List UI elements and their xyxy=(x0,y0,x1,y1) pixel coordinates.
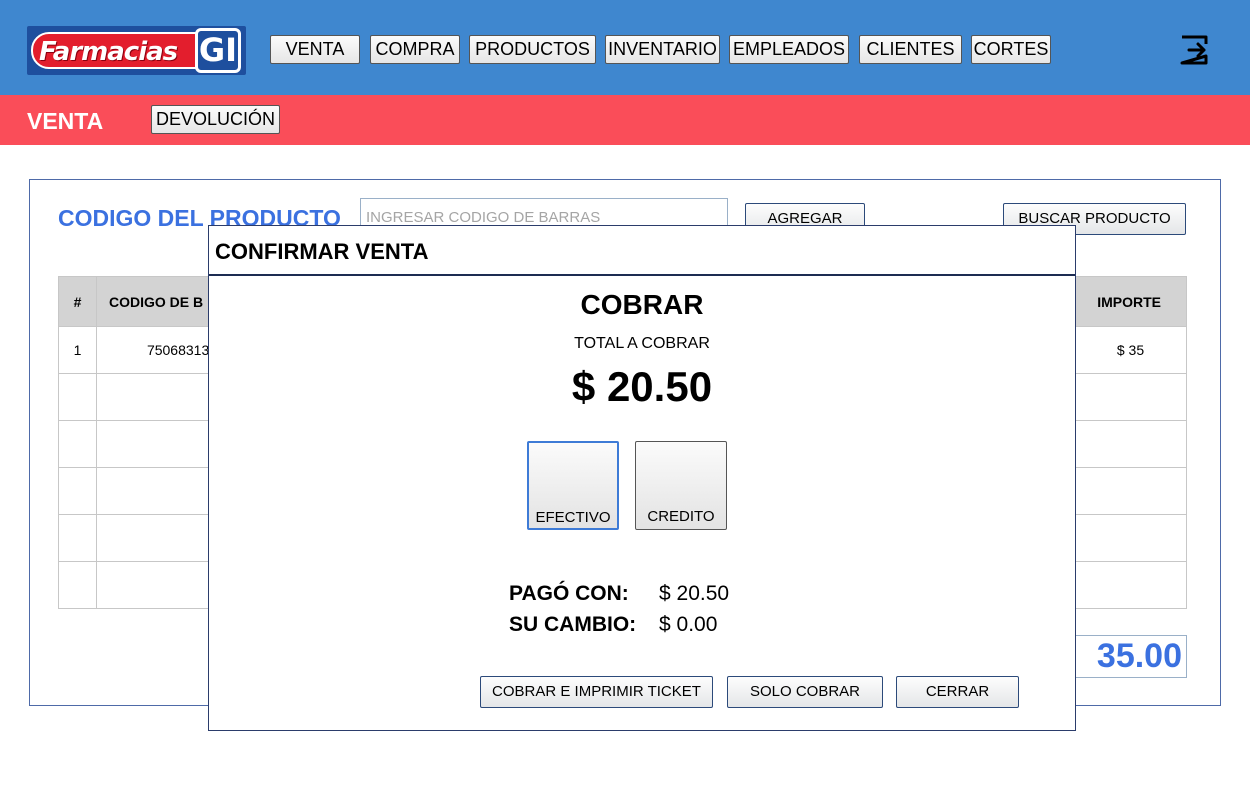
total-to-charge-label: TOTAL A COBRAR xyxy=(574,335,710,352)
confirm-sale-dialog: CONFIRMAR VENTA COBRAR TOTAL A COBRAR $ … xyxy=(208,225,1076,731)
section-title: VENTA xyxy=(27,108,104,134)
devolucion-button[interactable]: DEVOLUCIÓN xyxy=(151,105,280,134)
logo-oval: Farmacias xyxy=(31,32,219,69)
logo-mark: GI xyxy=(195,28,241,73)
nav-empleados-button[interactable]: EMPLEADOS xyxy=(729,35,849,64)
sale-total: 35.00 xyxy=(1071,635,1187,678)
paid-with-label: PAGÓ CON: xyxy=(509,582,629,605)
nav-venta-button[interactable]: VENTA xyxy=(270,35,360,64)
paid-with-value: $ 20.50 xyxy=(659,582,730,605)
close-dialog-button[interactable]: CERRAR xyxy=(896,676,1019,708)
charge-heading: COBRAR xyxy=(580,289,704,320)
row-importe: $ 35 xyxy=(1073,326,1188,374)
nav-compra-button[interactable]: COMPRA xyxy=(370,35,460,64)
change-value: $ 0.00 xyxy=(659,613,718,636)
charge-and-print-button[interactable]: COBRAR E IMPRIMIR TICKET xyxy=(480,676,713,708)
nav-cortes-button[interactable]: CORTES xyxy=(971,35,1051,64)
nav-productos-button[interactable]: PRODUCTOS xyxy=(469,35,596,64)
credit-payment-button[interactable]: CREDITO xyxy=(635,441,727,530)
top-navbar: Farmacias GI VENTA COMPRA PRODUCTOS INVE… xyxy=(0,0,1250,95)
nav-clientes-button[interactable]: CLIENTES xyxy=(859,35,962,64)
farmacias-logo[interactable]: Farmacias GI xyxy=(27,26,246,75)
column-header-number: # xyxy=(58,276,97,327)
charge-only-button[interactable]: SOLO COBRAR xyxy=(727,676,883,708)
section-bar: VENTA DEVOLUCIÓN xyxy=(0,95,1250,145)
cash-payment-button[interactable]: EFECTIVO xyxy=(527,441,619,530)
dialog-header: CONFIRMAR VENTA xyxy=(209,226,1075,276)
column-header-importe: IMPORTE xyxy=(1073,276,1188,327)
row-number: 1 xyxy=(58,326,97,374)
total-to-charge-amount: $ 20.50 xyxy=(571,363,713,410)
logo-text: Farmacias xyxy=(39,37,178,67)
change-label: SU CAMBIO: xyxy=(509,613,637,636)
dialog-title: CONFIRMAR VENTA xyxy=(215,239,429,264)
nav-inventario-button[interactable]: INVENTARIO xyxy=(605,35,720,64)
logout-icon[interactable] xyxy=(1178,34,1212,66)
